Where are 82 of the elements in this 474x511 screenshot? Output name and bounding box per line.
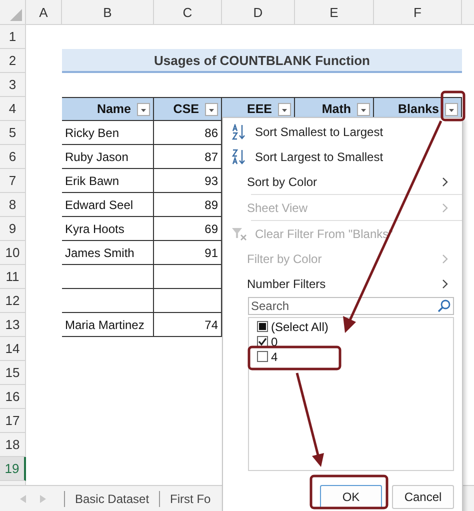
chevron-right-icon bbox=[442, 278, 448, 288]
table-cell: James Smith bbox=[62, 241, 154, 265]
row-header[interactable]: 15 bbox=[0, 361, 26, 385]
clear-filter-icon bbox=[231, 226, 247, 242]
menu-item-label: Number Filters bbox=[247, 276, 327, 290]
menu-item-label: Sheet View bbox=[247, 200, 308, 214]
menu-item-label: Filter by Color bbox=[247, 252, 323, 266]
filter-dropdown-button[interactable] bbox=[357, 102, 370, 116]
row-header[interactable]: 11 bbox=[0, 265, 26, 289]
column-header[interactable]: C bbox=[154, 0, 222, 24]
row-header[interactable]: 7 bbox=[0, 169, 26, 193]
chevron-right-icon bbox=[442, 176, 448, 186]
heading-label: CSE bbox=[173, 102, 199, 116]
row-header[interactable]: 4 bbox=[0, 97, 26, 121]
table-cell: Maria Martinez bbox=[62, 313, 154, 337]
caret-icon bbox=[449, 108, 454, 112]
heading-label: EEE bbox=[246, 102, 272, 116]
menu-item[interactable]: Sort Smallest to Largest bbox=[223, 119, 462, 144]
column-header[interactable]: D bbox=[222, 0, 295, 24]
filter-value-label: 0 bbox=[271, 334, 278, 348]
ok-button[interactable]: OK bbox=[320, 485, 382, 509]
row-header[interactable]: 17 bbox=[0, 409, 26, 433]
triangle-icon bbox=[10, 9, 22, 21]
menu-item-label: Sort Largest to Smallest bbox=[255, 150, 384, 164]
sheet-tab[interactable]: Basic Dataset bbox=[64, 490, 160, 506]
sort-descending-icon bbox=[231, 148, 247, 164]
table-title: Usages of COUNTBLANK Function bbox=[62, 49, 462, 73]
table-cell: Ricky Ben bbox=[62, 121, 154, 145]
column-header[interactable]: F bbox=[374, 0, 462, 24]
search-field[interactable]: Search bbox=[248, 297, 454, 315]
row-header[interactable]: 12 bbox=[0, 289, 26, 313]
caret-icon bbox=[361, 108, 366, 112]
sort-ascending-icon bbox=[231, 124, 247, 140]
caret-icon bbox=[282, 108, 287, 112]
table-cell: Edward Seel bbox=[62, 193, 154, 217]
chevron-right-icon bbox=[442, 254, 448, 264]
row-header[interactable]: 10 bbox=[0, 241, 26, 265]
filter-dropdown-button[interactable] bbox=[205, 102, 218, 116]
filter-value-item[interactable]: 4 bbox=[257, 349, 278, 364]
table-cell: Kyra Hoots bbox=[62, 217, 154, 241]
row-header[interactable]: 8 bbox=[0, 193, 26, 217]
table-cell: Erik Bawn bbox=[62, 169, 154, 193]
menu-item[interactable]: Sort Largest to Smallest bbox=[223, 144, 462, 169]
table-cell: Ruby Jason bbox=[62, 145, 154, 169]
checkbox[interactable] bbox=[257, 336, 268, 347]
row-header[interactable]: 1 bbox=[0, 25, 26, 49]
row-header[interactable]: 14 bbox=[0, 337, 26, 361]
menu-item[interactable]: Number Filters bbox=[223, 271, 462, 296]
caret-icon bbox=[209, 108, 214, 112]
menu-item[interactable]: Sort by Color bbox=[223, 169, 462, 194]
filter-dropdown-button[interactable] bbox=[445, 102, 458, 116]
row-header[interactable]: 13 bbox=[0, 313, 26, 337]
filter-value-item[interactable]: 0 bbox=[257, 334, 278, 349]
row-header[interactable]: 6 bbox=[0, 145, 26, 169]
row-header[interactable]: 3 bbox=[0, 73, 26, 97]
menu-item-label: Sort by Color bbox=[247, 174, 318, 188]
filter-dropdown-button[interactable] bbox=[278, 102, 291, 116]
filter-value-label: 4 bbox=[271, 350, 278, 364]
row-header[interactable]: 18 bbox=[0, 433, 26, 457]
row-header[interactable]: 5 bbox=[0, 121, 26, 145]
row-header[interactable]: 2 bbox=[0, 49, 26, 73]
row-header[interactable]: 9 bbox=[0, 217, 26, 241]
highlight-box bbox=[440, 90, 466, 122]
sheet-tab[interactable]: First Fo bbox=[159, 490, 221, 506]
column-header[interactable]: E bbox=[295, 0, 374, 24]
cancel-button[interactable]: Cancel bbox=[392, 485, 454, 509]
checkbox[interactable] bbox=[257, 351, 268, 362]
row-header[interactable]: 19 bbox=[0, 457, 26, 481]
filter-value-label: (Select All) bbox=[271, 320, 328, 334]
menu-item-label: Sort Smallest to Largest bbox=[255, 124, 384, 138]
chevron-right-icon bbox=[442, 202, 448, 212]
filter-value-item[interactable]: (Select All) bbox=[257, 319, 328, 334]
search-icon bbox=[437, 299, 451, 313]
heading-label: Math bbox=[322, 102, 351, 116]
heading-label: Name bbox=[96, 102, 131, 116]
checkbox[interactable] bbox=[257, 321, 268, 332]
column-header[interactable]: A bbox=[26, 0, 62, 24]
column-header[interactable]: B bbox=[62, 0, 154, 24]
filter-dropdown-button[interactable] bbox=[137, 102, 150, 116]
heading-label: Blanks bbox=[398, 102, 439, 116]
row-header[interactable]: 16 bbox=[0, 385, 26, 409]
caret-icon bbox=[141, 108, 146, 112]
